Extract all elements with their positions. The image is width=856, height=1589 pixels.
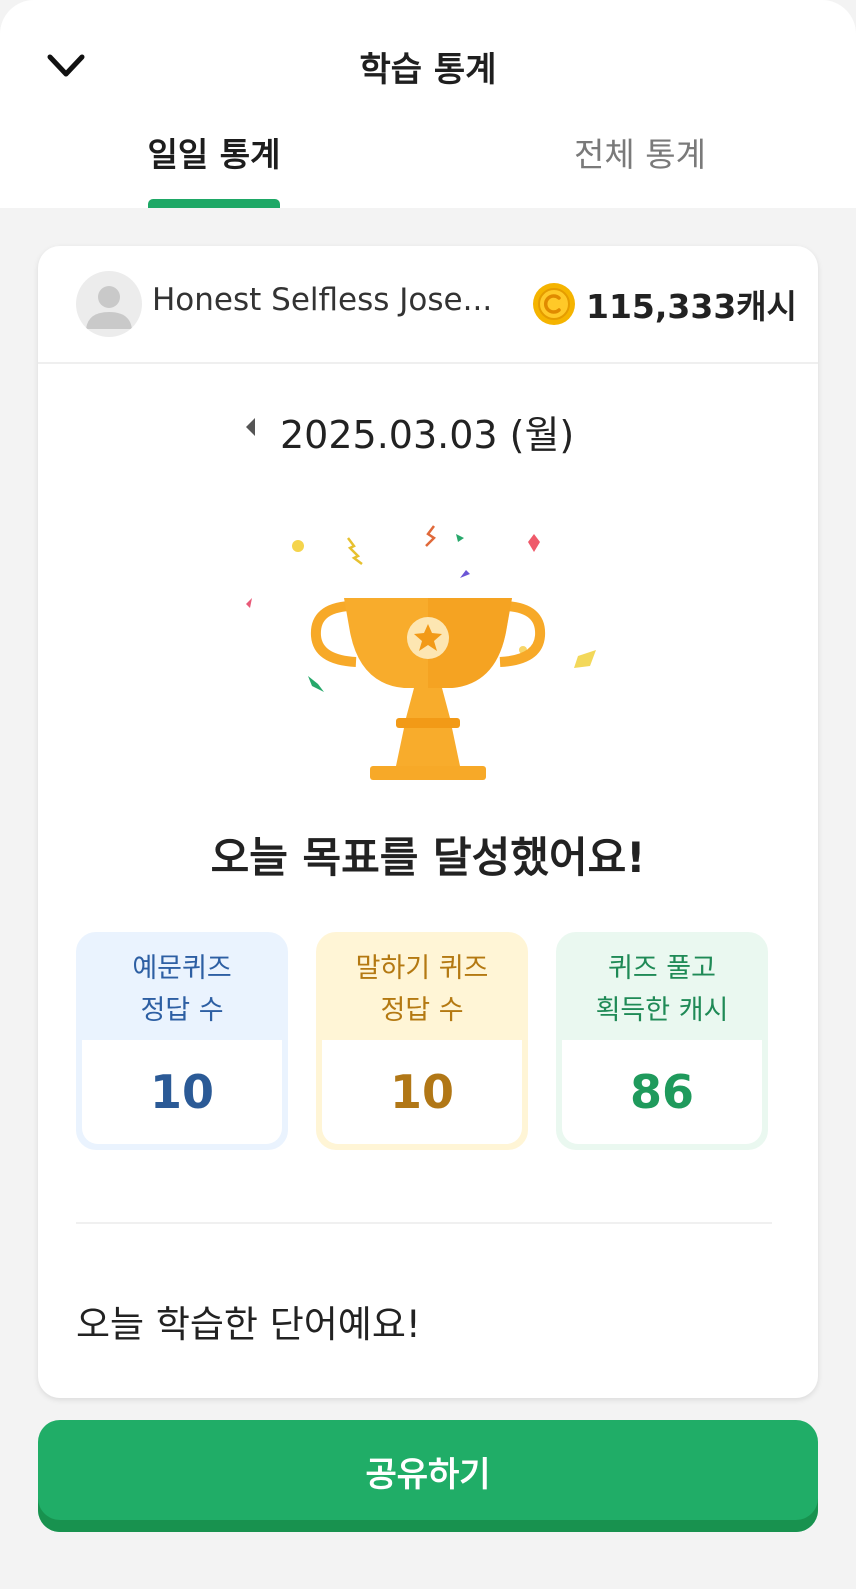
page-title: 학습 통계 [359, 50, 497, 90]
username: Honest Selfless Jose... [152, 282, 493, 318]
stat-label-line1: 말하기 퀴즈 [355, 953, 489, 984]
profile-row: Honest Selfless Jose... 115,333캐시 [38, 246, 818, 364]
avatar [76, 271, 142, 337]
stat-label-line2: 정답 수 [140, 995, 224, 1026]
date-label: 2025.03.03 (월) [280, 413, 575, 457]
share-button[interactable]: 공유하기 [38, 1420, 818, 1532]
trophy-illustration [246, 525, 596, 780]
divider [76, 1222, 772, 1224]
caret-left-icon[interactable] [238, 410, 264, 444]
stat-card-speaking-quiz: 말하기 퀴즈 정답 수 10 [316, 932, 528, 1150]
daily-stats-card: Honest Selfless Jose... 115,333캐시 2025.0… [38, 246, 818, 1398]
learned-words-title: 오늘 학습한 단어예요! [76, 1303, 421, 1346]
tab-daily-stats[interactable]: 일일 통계 [64, 128, 364, 176]
stat-card-example-quiz: 예문퀴즈 정답 수 10 [76, 932, 288, 1150]
stat-card-earned-cash: 퀴즈 풀고 획득한 캐시 86 [556, 932, 768, 1150]
coin-icon [533, 283, 575, 325]
stat-label: 퀴즈 풀고 획득한 캐시 [558, 934, 766, 1046]
app-header: 학습 통계 일일 통계 전체 통계 [0, 0, 856, 208]
active-tab-indicator [148, 199, 280, 208]
stat-label: 예문퀴즈 정답 수 [78, 934, 286, 1046]
stat-value: 86 [562, 1040, 762, 1144]
stat-label-line2: 획득한 캐시 [595, 995, 729, 1026]
stat-value: 10 [82, 1040, 282, 1144]
stat-label: 말하기 퀴즈 정답 수 [318, 934, 526, 1046]
achievement-message: 오늘 목표를 달성했어요! [210, 833, 646, 882]
tab-total-stats[interactable]: 전체 통계 [490, 128, 790, 176]
stat-label-line2: 정답 수 [380, 995, 464, 1026]
cash-balance: 115,333캐시 [586, 287, 798, 326]
stat-label-line1: 퀴즈 풀고 [608, 953, 716, 984]
stat-value: 10 [322, 1040, 522, 1144]
stat-label-line1: 예문퀴즈 [132, 953, 232, 984]
